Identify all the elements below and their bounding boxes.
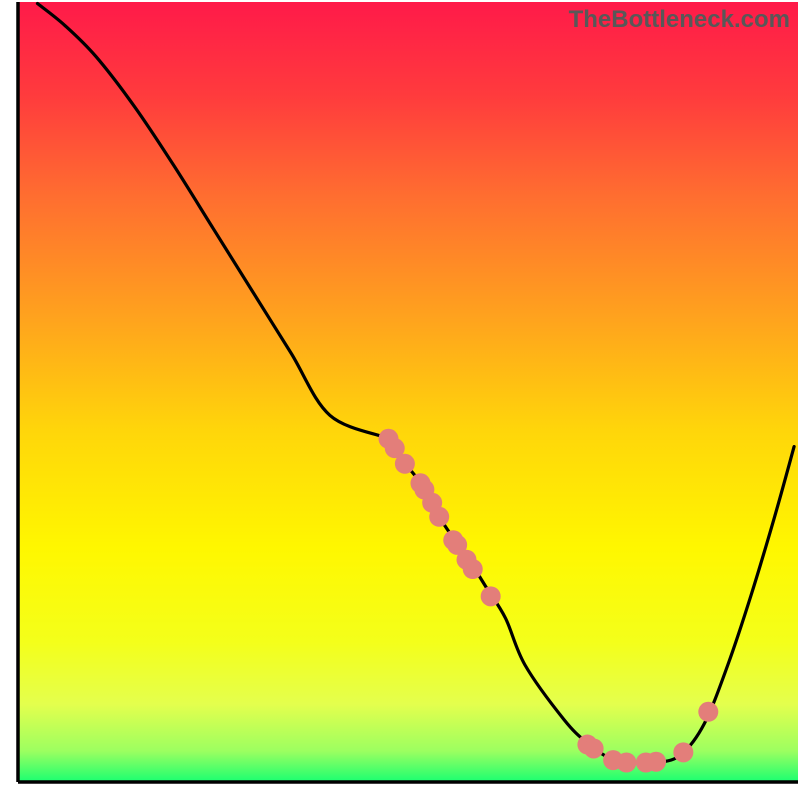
data-marker [584,738,604,758]
data-marker [429,507,449,527]
watermark-text: TheBottleneck.com [569,6,790,34]
data-marker [698,702,718,722]
plot-background [18,2,798,782]
data-marker [646,752,666,772]
bottleneck-chart [0,0,800,800]
data-marker [616,753,636,773]
data-marker [673,742,693,762]
data-marker [481,586,501,606]
data-marker [395,454,415,474]
data-marker [463,559,483,579]
chart-container: TheBottleneck.com [0,0,800,800]
